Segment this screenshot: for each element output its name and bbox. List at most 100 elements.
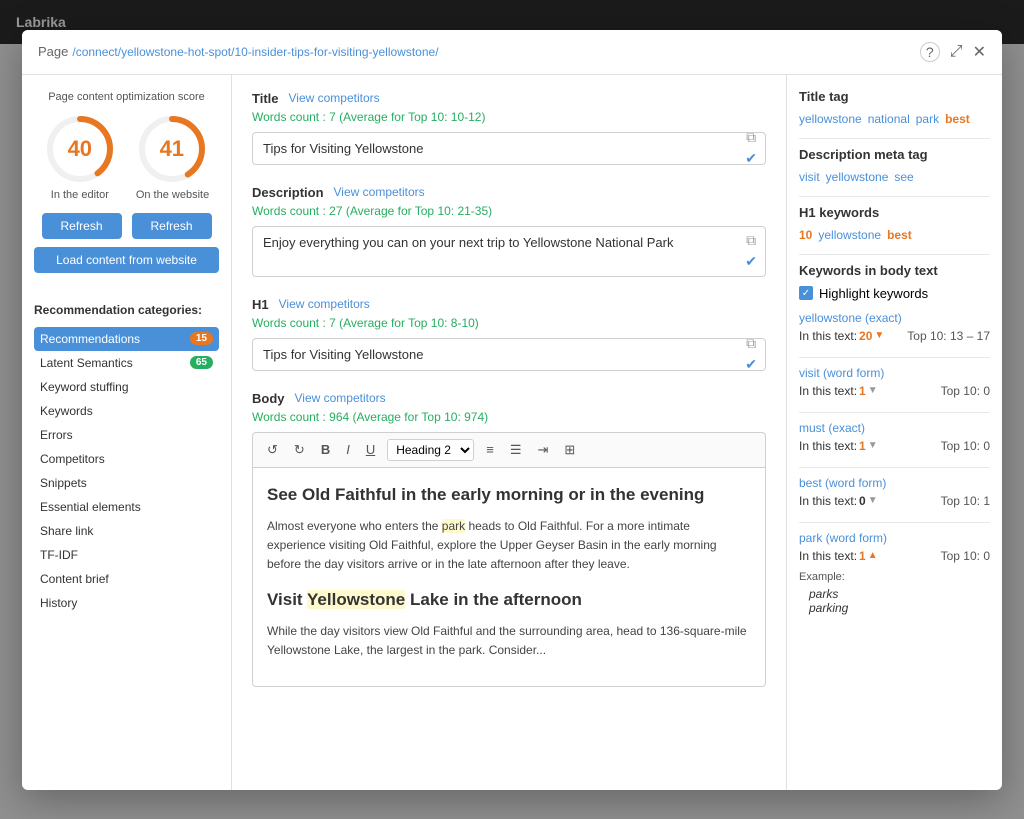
load-content-button[interactable]: Load content from website — [34, 247, 219, 273]
editor-score-label: In the editor — [44, 189, 116, 201]
keyword-yellowstone-intext: In this text: 20 ▼ — [799, 329, 884, 343]
editor-toolbar: ↺ ↻ B I U Heading 2 Heading 1 Heading 3 … — [252, 432, 766, 467]
rec-item-content-brief[interactable]: Content brief — [34, 567, 219, 591]
left-panel: Page content optimization score 40 In th… — [22, 75, 232, 790]
rec-label: TF-IDF — [40, 548, 78, 562]
h1-view-competitors[interactable]: View competitors — [279, 297, 370, 311]
title-section: Title View competitors Words count : 7 (… — [252, 91, 766, 165]
close-icon[interactable]: ✕ — [973, 42, 986, 62]
rec-item-keyword-stuffing[interactable]: Keyword stuffing — [34, 375, 219, 399]
copy-title-icon[interactable]: ⧉ — [746, 129, 756, 146]
h1-input[interactable]: Tips for Visiting Yellowstone — [263, 347, 731, 362]
rec-item-competitors[interactable]: Competitors — [34, 447, 219, 471]
copy-description-icon[interactable]: ⧉ — [746, 232, 756, 249]
keyword-must-name[interactable]: must (exact) — [799, 421, 990, 435]
italic-button[interactable]: I — [342, 440, 354, 459]
description-meta-title: Description meta tag — [799, 147, 990, 162]
indent-button[interactable]: ⇥ — [533, 440, 552, 460]
must-top10: Top 10: 0 — [941, 439, 990, 453]
rec-item-keywords[interactable]: Keywords — [34, 399, 219, 423]
rec-item-history[interactable]: History — [34, 591, 219, 615]
middle-panel: Title View competitors Words count : 7 (… — [232, 75, 787, 790]
body-view-competitors[interactable]: View competitors — [295, 391, 386, 405]
refresh-website-button[interactable]: Refresh — [132, 213, 212, 239]
redo-button[interactable]: ↻ — [290, 440, 309, 460]
rec-item-essential[interactable]: Essential elements — [34, 495, 219, 519]
rec-label: Recommendations — [40, 332, 140, 346]
website-score-value: 41 — [160, 136, 184, 162]
table-button[interactable]: ⊞ — [560, 440, 579, 460]
best-arrow[interactable]: ▼ — [868, 495, 878, 506]
rec-badge-recommendations: 15 — [190, 332, 213, 345]
title-view-competitors[interactable]: View competitors — [289, 91, 380, 105]
keyword-park-stats: In this text: 1 ▲ Top 10: 0 — [799, 549, 990, 563]
page-url[interactable]: /connect/yellowstone-hot-spot/10-insider… — [72, 45, 438, 59]
rec-item-share-link[interactable]: Share link — [34, 519, 219, 543]
keyword-yellowstone-highlight: Yellowstone — [307, 590, 405, 609]
website-score-circle: 41 On the website — [136, 113, 209, 201]
undo-button[interactable]: ↺ — [263, 440, 282, 460]
description-view-competitors[interactable]: View competitors — [334, 185, 425, 199]
score-section: Page content optimization score 40 In th… — [34, 91, 219, 287]
keyword-visit-name[interactable]: visit (word form) — [799, 366, 990, 380]
check-title-icon[interactable]: ✔ — [745, 150, 757, 167]
tag-visit[interactable]: visit — [799, 170, 820, 184]
tag-yellowstone-h1[interactable]: yellowstone — [818, 228, 881, 242]
tag-yellowstone-desc[interactable]: yellowstone — [826, 170, 889, 184]
editor-paragraph-2: While the day visitors view Old Faithful… — [267, 622, 751, 660]
check-description-icon[interactable]: ✔ — [745, 253, 757, 270]
must-arrow[interactable]: ▼ — [868, 440, 878, 451]
park-example-parks: parks — [799, 587, 990, 601]
editor-heading-2: Visit Yellowstone Lake in the afternoon — [267, 587, 751, 613]
rec-item-snippets[interactable]: Snippets — [34, 471, 219, 495]
rec-item-latent-semantics[interactable]: Latent Semantics 65 — [34, 351, 219, 375]
keyword-entry-best: best (word form) In this text: 0 ▼ Top 1… — [799, 476, 990, 508]
divider-k4 — [799, 522, 990, 523]
title-input[interactable]: Tips for Visiting Yellowstone — [263, 141, 731, 156]
rec-item-recommendations[interactable]: Recommendations 15 — [34, 327, 219, 351]
ordered-list-button[interactable]: ≡ — [482, 440, 498, 459]
copy-h1-icon[interactable]: ⧉ — [746, 335, 756, 352]
park-arrow[interactable]: ▲ — [868, 550, 878, 561]
park-example-box: Example: parks parking — [799, 571, 990, 615]
keyword-park-intext: In this text: 1 ▲ — [799, 549, 878, 563]
keyword-visit-intext: In this text: 1 ▼ — [799, 384, 878, 398]
heading-select[interactable]: Heading 2 Heading 1 Heading 3 Paragraph — [387, 439, 474, 461]
editor-score-value: 40 — [68, 136, 92, 162]
rec-label: Keyword stuffing — [40, 380, 129, 394]
park-top10: Top 10: 0 — [941, 549, 990, 563]
keyword-best-name[interactable]: best (word form) — [799, 476, 990, 490]
park-example-label: Example: — [799, 571, 990, 583]
h1-section: H1 View competitors Words count : 7 (Ave… — [252, 297, 766, 371]
keyword-yellowstone-name[interactable]: yellowstone (exact) — [799, 311, 990, 325]
yellowstone-arrow[interactable]: ▼ — [874, 330, 884, 341]
tag-yellowstone[interactable]: yellowstone — [799, 112, 862, 126]
visit-arrow[interactable]: ▼ — [868, 385, 878, 396]
refresh-editor-button[interactable]: Refresh — [42, 213, 122, 239]
bold-button[interactable]: B — [317, 440, 334, 459]
tag-park[interactable]: park — [916, 112, 939, 126]
editor-paragraph-1: Almost everyone who enters the park head… — [267, 517, 751, 575]
editor-content[interactable]: See Old Faithful in the early morning or… — [252, 467, 766, 688]
check-h1-icon[interactable]: ✔ — [745, 356, 757, 373]
tag-best[interactable]: best — [945, 112, 970, 126]
keyword-park-name[interactable]: park (word form) — [799, 531, 990, 545]
highlight-checkbox[interactable] — [799, 286, 813, 300]
help-icon[interactable]: ? — [920, 42, 940, 62]
rec-item-errors[interactable]: Errors — [34, 423, 219, 447]
tag-national[interactable]: national — [868, 112, 910, 126]
rec-item-tfidf[interactable]: TF-IDF — [34, 543, 219, 567]
best-count: 0 — [859, 494, 866, 508]
editor-heading-1: See Old Faithful in the early morning or… — [267, 482, 751, 508]
rec-label: History — [40, 596, 77, 610]
title-input-wrap: Tips for Visiting Yellowstone ⧉ ✔ — [252, 132, 766, 165]
rec-label: Keywords — [40, 404, 93, 418]
expand-icon[interactable]: ⤢ — [950, 43, 963, 61]
description-input[interactable] — [263, 235, 731, 265]
underline-button[interactable]: U — [362, 440, 379, 459]
unordered-list-button[interactable]: ☰ — [506, 440, 526, 460]
description-label: Description — [252, 185, 324, 200]
tag-best-h1[interactable]: best — [887, 228, 912, 242]
tag-see[interactable]: see — [894, 170, 913, 184]
rec-label: Competitors — [40, 452, 105, 466]
